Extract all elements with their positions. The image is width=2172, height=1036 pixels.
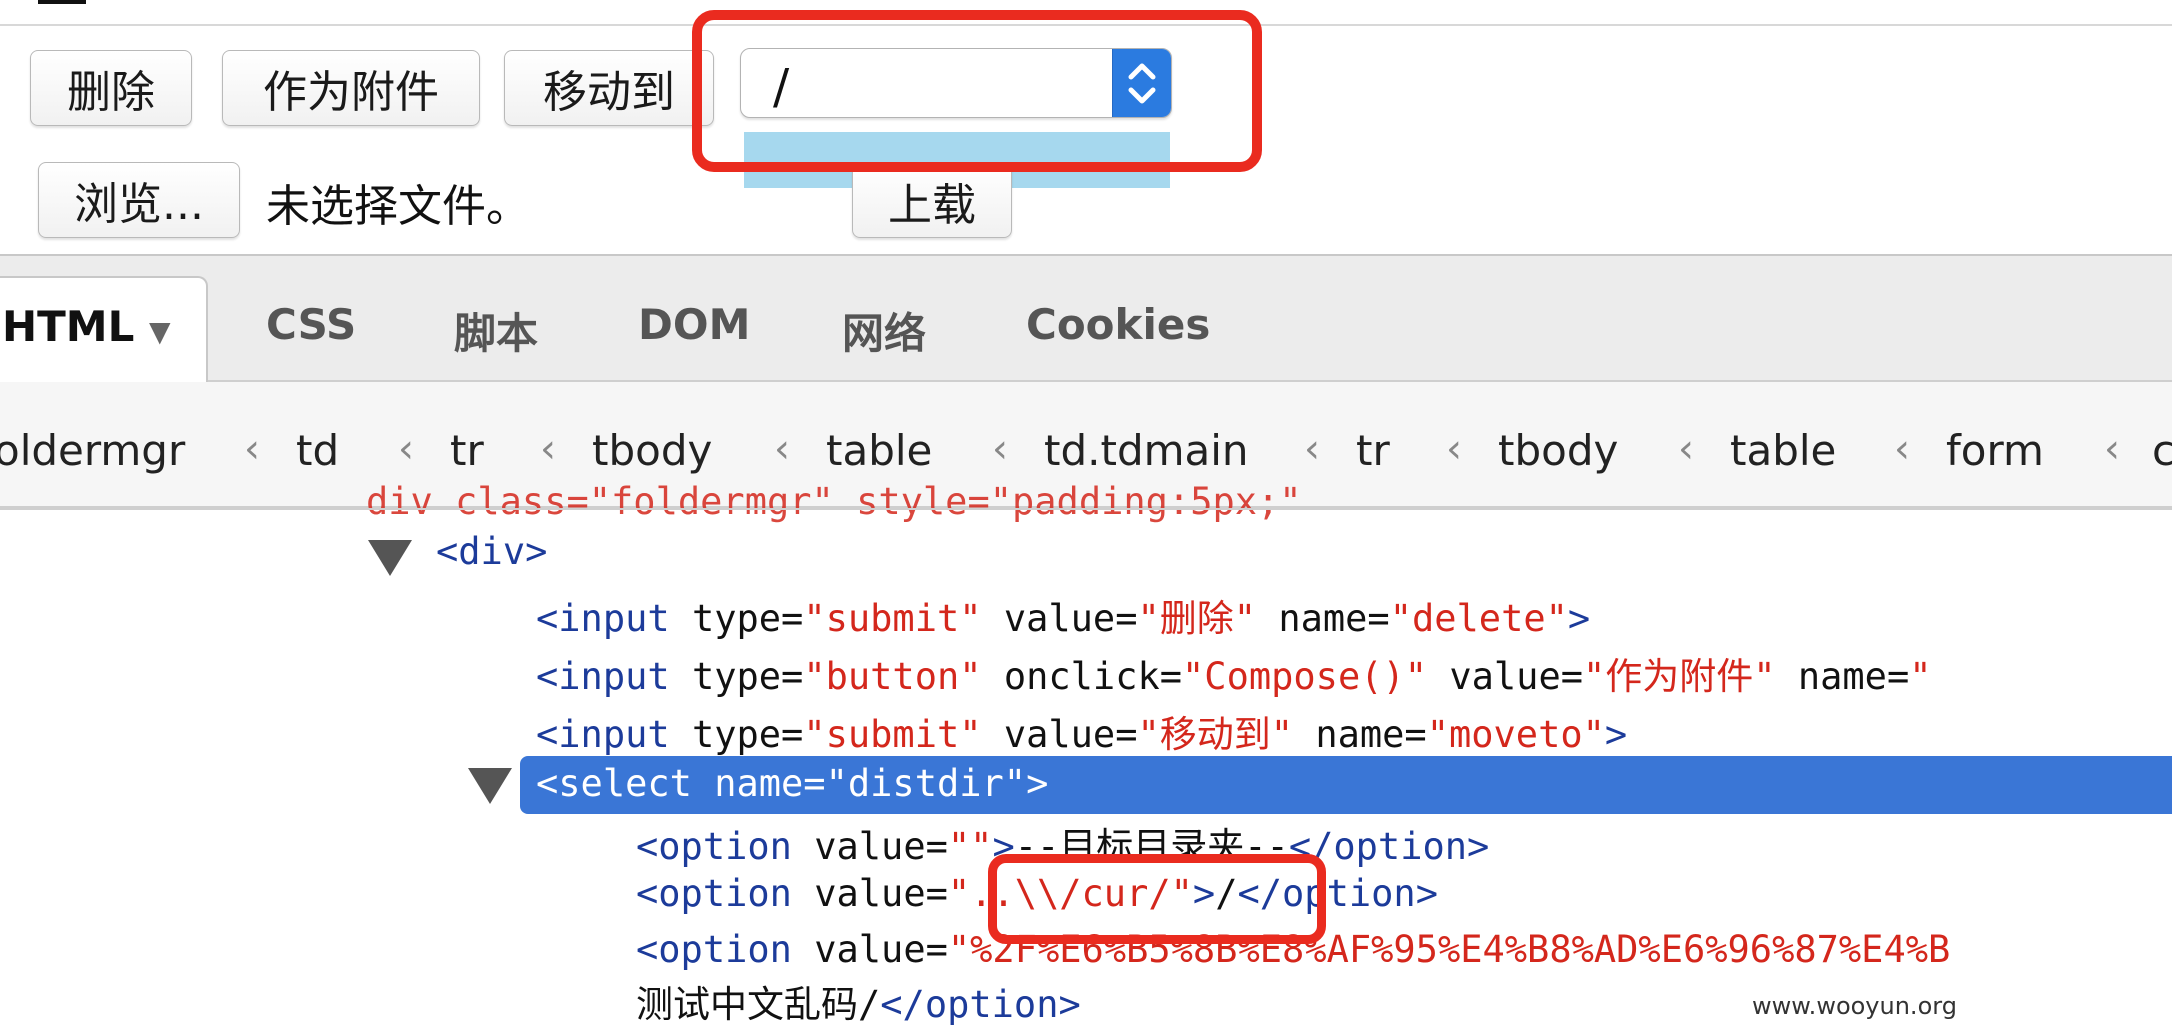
chevron-left-icon: ‹: [540, 426, 556, 472]
tab-html-label: HTML ▼: [2, 302, 171, 351]
chevron-left-icon: ‹: [1678, 426, 1694, 472]
tab-html[interactable]: HTML ▼: [0, 276, 208, 384]
breadcrumb-item[interactable]: c: [2152, 426, 2172, 475]
breadcrumb-item[interactable]: tbody: [592, 426, 712, 475]
tab-script[interactable]: 脚本: [454, 300, 538, 361]
no-file-text: 未选择文件。: [266, 181, 530, 232]
breadcrumb-item[interactable]: form: [1946, 426, 2044, 475]
chevron-left-icon: ‹: [244, 426, 260, 472]
delete-button[interactable]: 删除: [30, 50, 192, 126]
breadcrumb-item[interactable]: oldermgr: [0, 426, 185, 475]
web-page-area: 删除 作为附件 移动到 / 浏览... 未选择文件。 上载: [0, 0, 2172, 254]
moveto-button[interactable]: 移动到: [504, 50, 714, 126]
browse-button[interactable]: 浏览...: [38, 162, 240, 238]
chevron-left-icon: ‹: [1304, 426, 1320, 472]
chevron-left-icon: ‹: [398, 426, 414, 472]
chevron-left-icon: ‹: [1446, 426, 1462, 472]
tab-cookies[interactable]: Cookies: [1026, 300, 1210, 349]
code-select-distdir: <select name="distdir">: [536, 762, 1049, 805]
code-line-input-delete[interactable]: <input type="submit" value="删除" name="de…: [536, 588, 1590, 642]
page-edge-stub: [38, 0, 86, 4]
code-line-input-moveto[interactable]: <input type="submit" value="移动到" name="m…: [536, 704, 1627, 758]
code-line-input-compose[interactable]: <input type="button" onclick="Compose()"…: [536, 646, 1932, 700]
tab-dom[interactable]: DOM: [638, 300, 750, 349]
breadcrumb-item[interactable]: td: [296, 426, 339, 475]
highlight-box-option-value: [988, 854, 1326, 944]
selected-node-row[interactable]: <select name="distdir">: [520, 756, 2172, 814]
breadcrumb-item[interactable]: tr: [450, 426, 484, 475]
code-option-3-text[interactable]: 测试中文乱码/</option>: [636, 974, 1081, 1028]
watermark: www.wooyun.org: [1752, 992, 1957, 1020]
code-partial-line: div class="foldermgr" style="padding:5px…: [366, 480, 1302, 523]
expand-triangle-icon[interactable]: [468, 768, 512, 804]
breadcrumb-item[interactable]: table: [1730, 426, 1836, 475]
breadcrumb-item[interactable]: td.tdmain: [1044, 426, 1249, 475]
chevron-left-icon: ‹: [2104, 426, 2120, 472]
breadcrumb-item[interactable]: tbody: [1498, 426, 1618, 475]
code-div-open[interactable]: <div>: [436, 530, 547, 573]
breadcrumb-item[interactable]: tr: [1356, 426, 1390, 475]
tab-css[interactable]: CSS: [266, 300, 356, 349]
highlight-box-select: [692, 10, 1262, 172]
tab-network[interactable]: 网络: [842, 300, 926, 361]
chevron-left-icon: ‹: [774, 426, 790, 472]
chevron-down-icon: ▼: [148, 315, 171, 348]
attach-button[interactable]: 作为附件: [222, 50, 480, 126]
expand-triangle-icon[interactable]: [368, 540, 412, 576]
upload-button[interactable]: 上载: [852, 164, 1012, 238]
chevron-left-icon: ‹: [992, 426, 1008, 472]
breadcrumb-item[interactable]: table: [826, 426, 932, 475]
chevron-left-icon: ‹: [1894, 426, 1910, 472]
